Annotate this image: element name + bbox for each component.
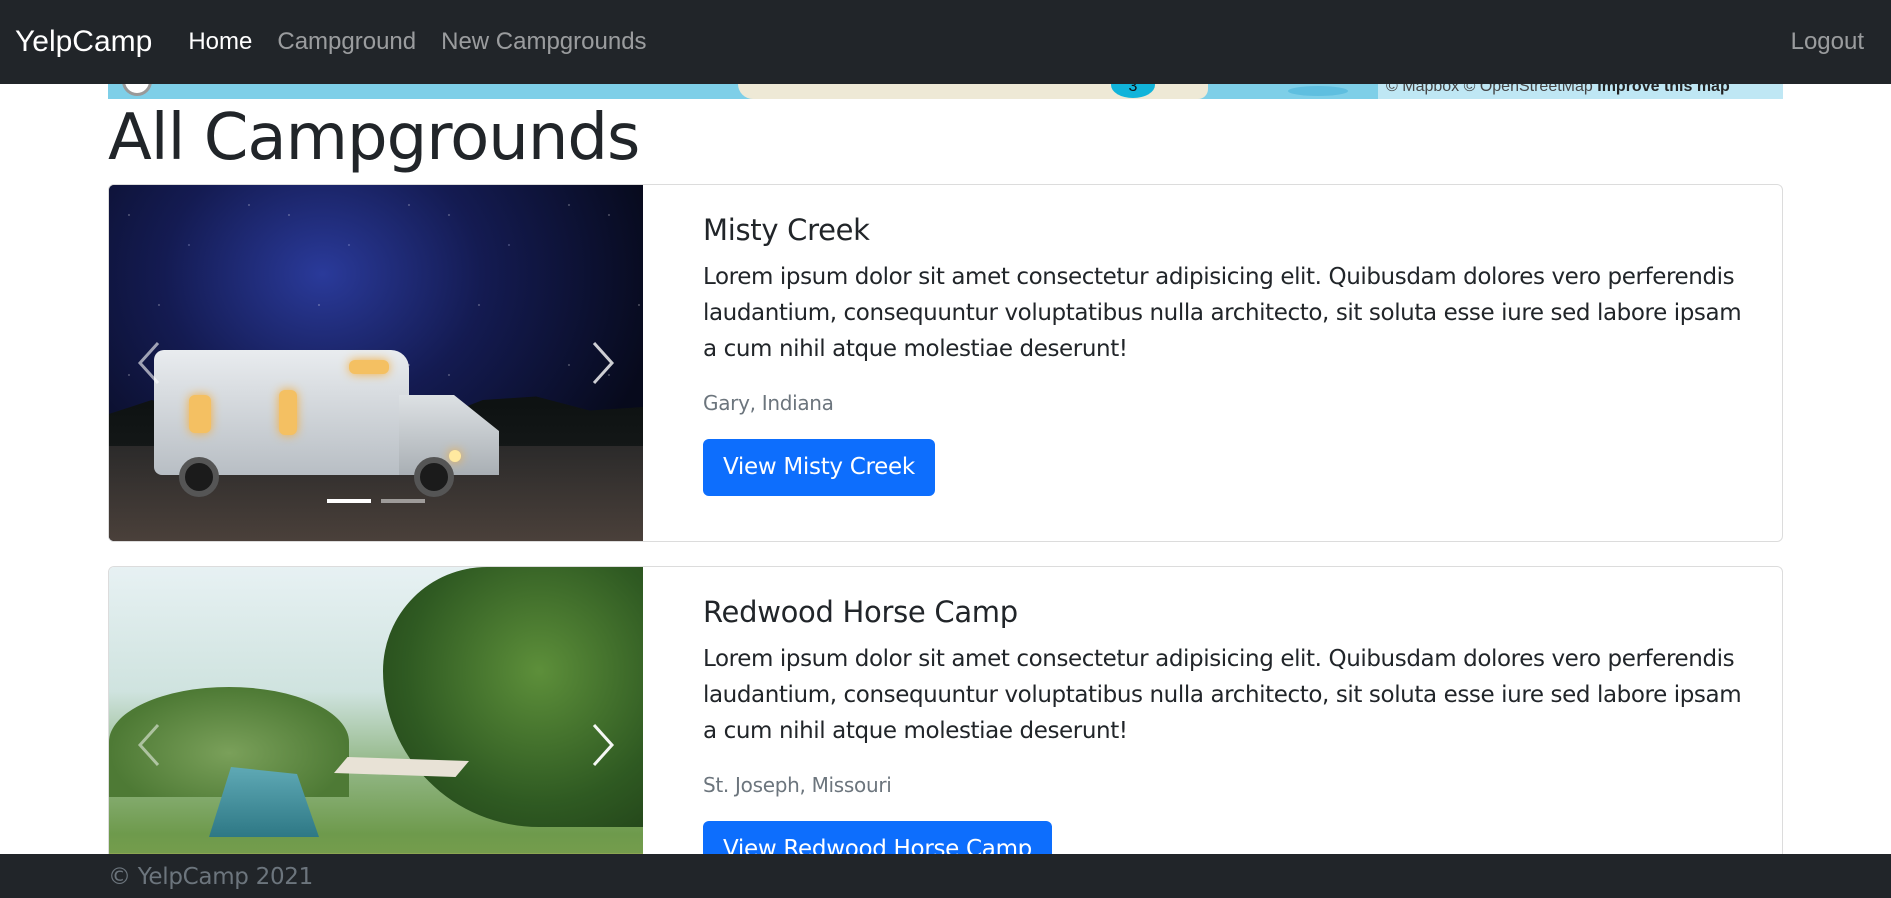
map-lake xyxy=(1288,86,1348,96)
map-control-icon[interactable] xyxy=(122,84,152,96)
map-attribution: © Mapbox © OpenStreetMap Improve this ma… xyxy=(1378,84,1783,99)
campground-image xyxy=(109,567,643,898)
image-carousel xyxy=(109,185,643,541)
footer-copyright: © YelpCamp 2021 xyxy=(108,864,313,890)
navbar: YelpCamp Home Campground New Campgrounds… xyxy=(0,0,1891,84)
improve-map-link[interactable]: Improve this map xyxy=(1597,84,1729,95)
campground-location: Gary, Indiana xyxy=(703,391,834,415)
carousel-next-button[interactable] xyxy=(583,715,623,775)
campground-image xyxy=(109,185,643,541)
campground-description: Lorem ipsum dolor sit amet consectetur a… xyxy=(703,264,1742,362)
map-attribution-text[interactable]: © Mapbox © OpenStreetMap xyxy=(1386,84,1593,95)
cluster-map[interactable]: 3 © Mapbox © OpenStreetMap Improve this … xyxy=(108,84,1783,99)
card-body: Misty Creek Lorem ipsum dolor sit amet c… xyxy=(703,213,1752,496)
carousel-indicators xyxy=(109,499,643,503)
carousel-prev-button[interactable] xyxy=(129,333,169,393)
card-body: Redwood Horse Camp Lorem ipsum dolor sit… xyxy=(703,595,1752,878)
nav-link-home[interactable]: Home xyxy=(188,28,252,56)
campground-card: Redwood Horse Camp Lorem ipsum dolor sit… xyxy=(108,566,1783,898)
campground-title: Misty Creek xyxy=(703,213,870,247)
page-title: All Campgrounds xyxy=(108,101,640,175)
carousel-next-button[interactable] xyxy=(583,333,623,393)
nav-link-new-campgrounds[interactable]: New Campgrounds xyxy=(441,28,646,56)
nav-link-campground[interactable]: Campground xyxy=(277,28,416,56)
chevron-right-icon xyxy=(592,723,615,767)
chevron-left-icon xyxy=(137,723,160,767)
footer: © YelpCamp 2021 xyxy=(0,854,1891,898)
campground-card: Misty Creek Lorem ipsum dolor sit amet c… xyxy=(108,184,1783,542)
carousel-prev-button[interactable] xyxy=(129,715,169,775)
image-carousel xyxy=(109,567,643,898)
carousel-indicator[interactable] xyxy=(327,499,371,503)
chevron-right-icon xyxy=(592,341,615,385)
campground-title: Redwood Horse Camp xyxy=(703,595,1018,629)
campground-description: Lorem ipsum dolor sit amet consectetur a… xyxy=(703,646,1742,744)
brand-link[interactable]: YelpCamp xyxy=(15,25,152,59)
chevron-left-icon xyxy=(137,341,160,385)
carousel-indicator[interactable] xyxy=(381,499,425,503)
logout-link[interactable]: Logout xyxy=(1791,28,1864,56)
campground-location: St. Joseph, Missouri xyxy=(703,773,892,797)
view-campground-button[interactable]: View Misty Creek xyxy=(703,439,935,496)
